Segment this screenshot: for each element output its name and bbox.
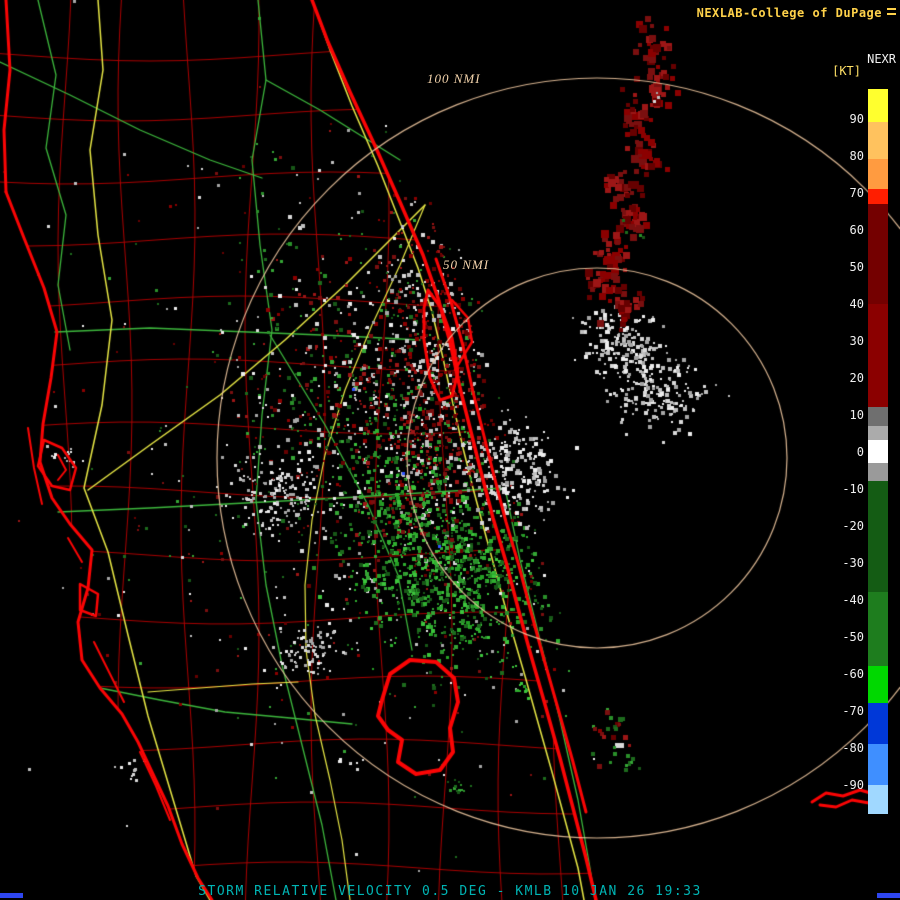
velocity-colorbar: [868, 89, 888, 815]
colorbar-segment: [868, 743, 888, 785]
colorbar-segment: [868, 122, 888, 160]
colorbar-segment: [868, 481, 888, 593]
colorbar-segment: [868, 203, 888, 304]
colorbar-tick-label: 20: [849, 371, 864, 385]
colorbar-tick-label: -10: [842, 482, 864, 496]
colorbar-segment: [868, 89, 888, 123]
colorbar-tick-label: 80: [849, 149, 864, 163]
radar-display: NEXLAB-College of DuPage NEXR [KT] 90 80 7…: [0, 0, 900, 900]
legend-units-label: [KT]: [832, 64, 861, 78]
colorbar-segment: [868, 440, 888, 463]
range-ring-label-50nmi: 50 NMI: [443, 257, 490, 272]
colorbar-tick-label: -70: [842, 704, 864, 718]
colorbar-tick-label: 50: [849, 260, 864, 274]
colorbar-tick-label: -60: [842, 667, 864, 681]
colorbar-tick-label: 40: [849, 297, 864, 311]
colorbar-tick-label: 90: [849, 112, 864, 126]
colorbar-segment: [868, 159, 888, 189]
product-caption: STORM RELATIVE VELOCITY 0.5 DEG - KMLB 1…: [198, 884, 702, 899]
colorbar-segment: [868, 666, 888, 704]
colorbar-segment: [868, 425, 888, 441]
colorbar-segment: [868, 407, 888, 426]
colorbar-tick-label: -20: [842, 519, 864, 533]
colorbar-tick-label: -50: [842, 630, 864, 644]
colorbar-segment: [868, 592, 888, 667]
colorbar-segment: [868, 188, 888, 204]
colorbar-tick-label: 60: [849, 223, 864, 237]
colorbar-tick-label: 0: [856, 445, 864, 459]
colorbar-segment: [868, 703, 888, 744]
frame-bar-left: [0, 893, 23, 898]
range-ring-label-100nmi: 100 NMI: [427, 71, 481, 86]
colorbar-segment: [868, 784, 888, 815]
colorbar-tick-label: -30: [842, 556, 864, 570]
colorbar-segment: [868, 303, 888, 408]
colorbar-tick-label: -80: [842, 741, 864, 755]
colorbar-tick-label: 30: [849, 334, 864, 348]
colorbar-segment: [868, 462, 888, 482]
colorbar-tick-label: 10: [849, 408, 864, 422]
cod-logo-icon: [887, 8, 896, 18]
frame-bar-right: [877, 893, 900, 898]
legend-product-label: NEXR: [867, 52, 896, 66]
colorbar-tick-label: 70: [849, 186, 864, 200]
colorbar-tick-label: -40: [842, 593, 864, 607]
colorbar-tick-label: -90: [842, 778, 864, 792]
radar-map-canvas[interactable]: [0, 0, 900, 900]
page-title: NEXLAB-College of DuPage: [696, 6, 882, 20]
